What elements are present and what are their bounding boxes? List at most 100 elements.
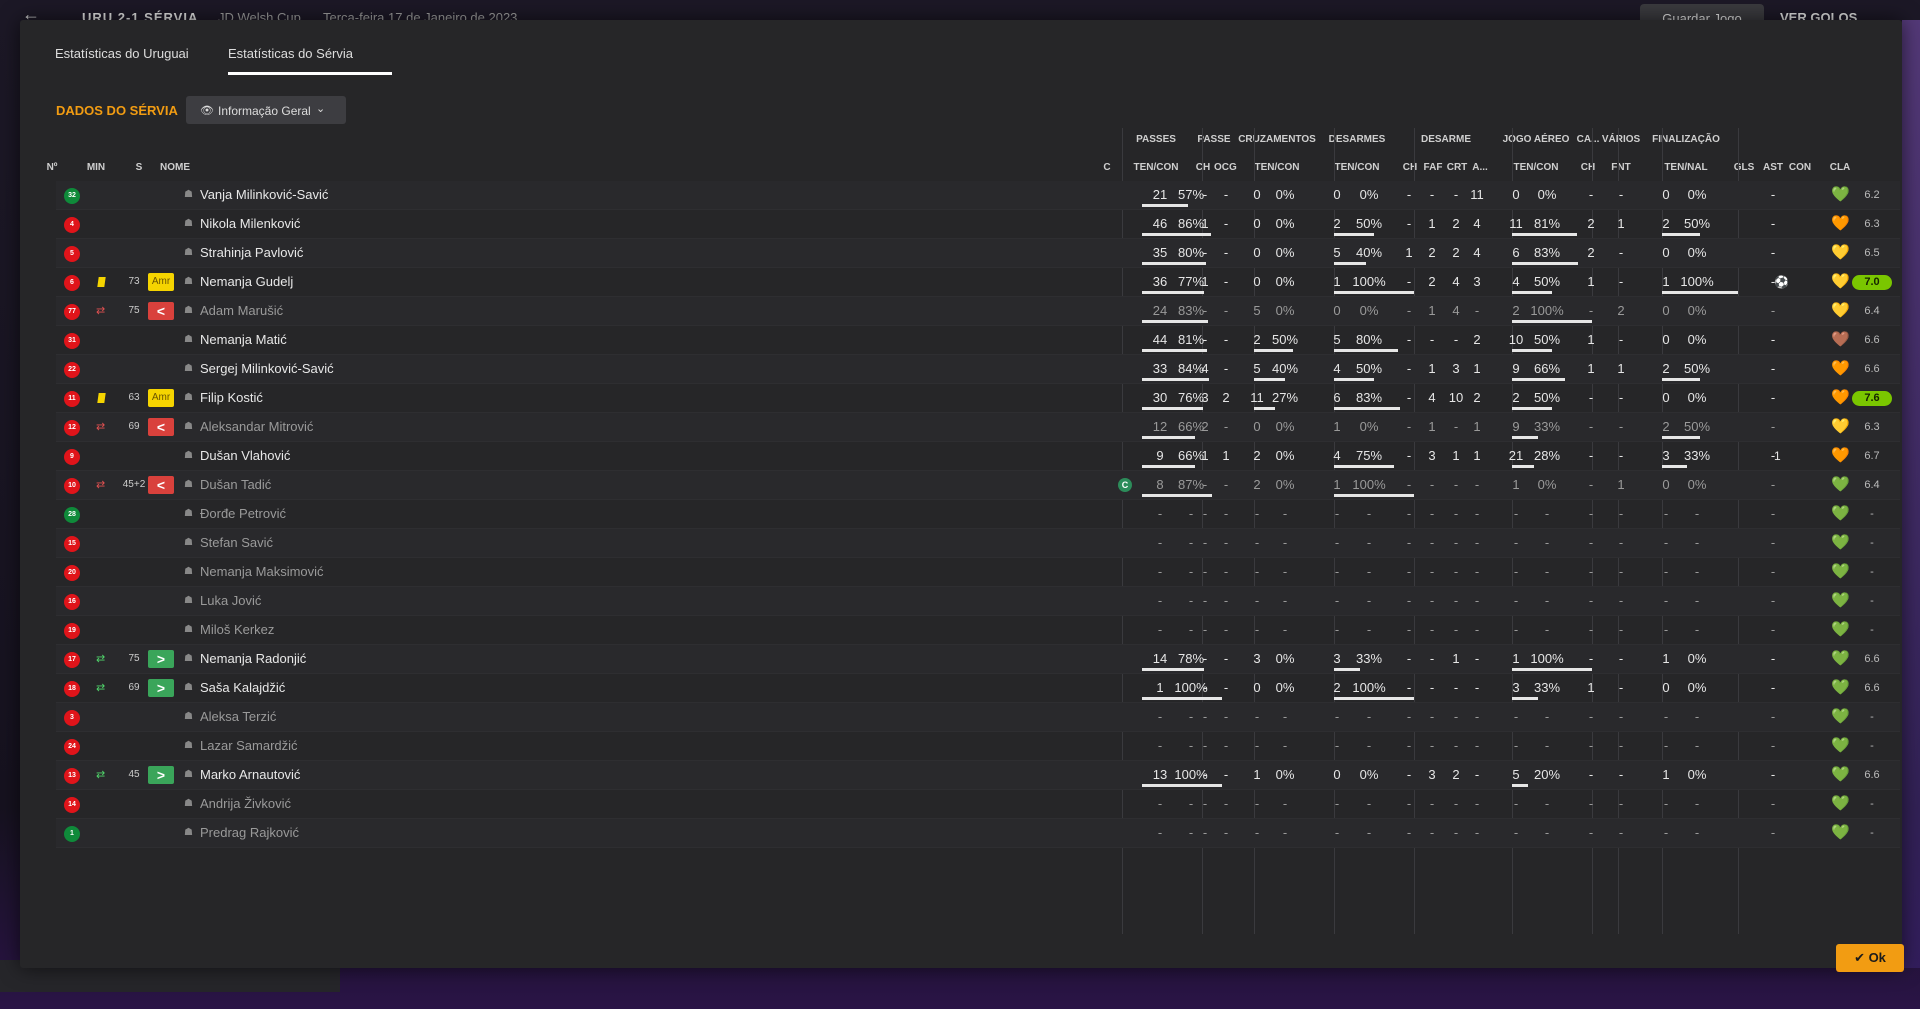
header-des-ch[interactable]: CH	[1400, 162, 1420, 173]
header-s[interactable]: S	[132, 162, 146, 173]
player-name[interactable]: Filip Kostić	[200, 384, 263, 412]
player-name[interactable]: Nemanja Gudelj	[200, 268, 293, 296]
player-name[interactable]: Andrija Živković	[200, 790, 291, 818]
stat-cell: -	[1663, 796, 1669, 811]
stat-cell: -	[1588, 535, 1594, 550]
table-row[interactable]: 28 ☗ Đorđe Petrović - - - - - - - - - - - - - - - - - - - 💚 -	[56, 500, 1900, 529]
stat-cell: -	[1513, 796, 1519, 811]
player-name[interactable]: Miloš Kerkez	[200, 616, 274, 644]
stat-cell: -	[1406, 767, 1412, 782]
player-name[interactable]: Sergej Milinković-Savić	[200, 355, 334, 383]
player-name[interactable]: Nemanja Radonjić	[200, 645, 306, 673]
table-row[interactable]: 18 ⇄ 69 > ☗ Saša Kalajdžić 1 100% - -0 0% 2 100% - - - -…	[56, 674, 1900, 703]
header-aereo[interactable]: TEN/CON	[1498, 162, 1574, 173]
header-des-a[interactable]: A...	[1470, 162, 1490, 173]
tab-serbia-stats[interactable]: Estatísticas do Sérvia	[228, 46, 353, 61]
table-row[interactable]: 17 ⇄ 75 > ☗ Nemanja Radonjić 14 78% - -3 0% 3 33% - -1…	[56, 645, 1900, 674]
header-gls[interactable]: GLS	[1732, 162, 1756, 173]
player-name[interactable]: Adam Marušić	[200, 297, 283, 325]
table-row[interactable]: 5 ☗ Strahinja Pavlović 35 80% - -0 0% 5 40% 1 2 2 4 6 8…	[56, 239, 1900, 268]
success-bar	[1142, 262, 1206, 265]
table-row[interactable]: 9 ☗ Dušan Vlahović 9 66% 1 1 2 0% 4 75% -3 1 1 21 28% - -…	[56, 442, 1900, 471]
rating-badge: 6.6	[1864, 769, 1880, 781]
header-passes[interactable]: TEN/CON	[1122, 162, 1190, 173]
player-name[interactable]: Đorđe Petrović	[200, 500, 286, 528]
stat-cell: -	[1202, 738, 1208, 753]
player-name[interactable]: Aleksa Terzić	[200, 703, 276, 731]
table-row[interactable]: 16 ☗ Luka Jović - - - - - - - - - - - - - - - - - - - 💚 -	[56, 587, 1900, 616]
table-row[interactable]: 15 ☗ Stefan Savić - - - - - - - - - - - - - - - - - - - 💚 -	[56, 529, 1900, 558]
table-row[interactable]: 31 ☗ Nemanja Matić 44 81% - -2 50% 5 80% - - -2 10 50%…	[56, 326, 1900, 355]
player-name[interactable]: Nemanja Matić	[200, 326, 287, 354]
condition-heart-icon: 🤎	[1831, 331, 1850, 348]
player-name[interactable]: Saša Kalajdžić	[200, 674, 285, 702]
header-fnt[interactable]: FNT	[1600, 162, 1642, 173]
stat-cell: -	[1202, 796, 1208, 811]
table-row[interactable]: 20 ☗ Nemanja Maksimović - - - - - - - - - - - - - - - - - - -…	[56, 558, 1900, 587]
table-row[interactable]: 11 63 Amr ☗ Filip Kostić 30 76% 3 2 11 27% 6 83% -4 10…	[56, 384, 1900, 413]
stat-cell: 0%	[1687, 245, 1707, 260]
stat-cell: -	[1429, 477, 1435, 492]
tab-uruguay-stats[interactable]: Estatísticas do Uruguai	[55, 46, 189, 61]
header-desarmes[interactable]: TEN/CON	[1320, 162, 1394, 173]
player-name[interactable]: Dušan Tadić	[200, 471, 271, 499]
header-c[interactable]: C	[1100, 162, 1114, 173]
header-passe-ocg[interactable]: OCG	[1214, 162, 1237, 173]
table-row[interactable]: 4 ☗ Nikola Milenković 46 86% 1-0 0% 2 50% -1 2 4 11 8…	[56, 210, 1900, 239]
header-num[interactable]: Nº	[38, 162, 66, 173]
shirt-number-icon: 5	[64, 246, 80, 262]
header-cruz[interactable]: TEN/CON	[1238, 162, 1316, 173]
shirt-number-icon: 13	[64, 768, 80, 784]
player-name[interactable]: Dušan Vlahović	[200, 442, 290, 470]
person-icon: ☗	[184, 276, 193, 287]
table-row[interactable]: 14 ☗ Andrija Živković - - - - - - - - - - - - - - - - - - - 💚 -	[56, 790, 1900, 819]
stat-cell: -	[1588, 825, 1594, 840]
player-name[interactable]: Vanja Milinković-Savić	[200, 181, 328, 209]
table-row[interactable]: 12 ⇄ 69 < ☗ Aleksandar Mitrović 12 66% 2-0 0% 1 0% -…	[56, 413, 1900, 442]
header-passe-ch[interactable]: CH	[1194, 162, 1212, 173]
header-fin[interactable]: TEN/NAL	[1646, 162, 1726, 173]
player-name[interactable]: Nemanja Maksimović	[200, 558, 324, 586]
stat-cell: -	[1223, 274, 1229, 289]
stat-cell: -	[1474, 622, 1480, 637]
view-dropdown[interactable]: 👁 Informação Geral ⌄	[186, 96, 346, 124]
table-row[interactable]: 3 ☗ Aleksa Terzić - - - - - - - - - - - - - - - - - - - 💚 -	[56, 703, 1900, 732]
table-row[interactable]: 1 ☗ Predrag Rajković - - - - - - - - - - - - - - - - - - - 💚 -	[56, 819, 1900, 848]
header-des-faf[interactable]: FAF	[1422, 162, 1444, 173]
player-name[interactable]: Stefan Savić	[200, 529, 273, 557]
table-row[interactable]: 6 73 Amr ☗ Nemanja Gudelj 36 77% 1-0 0% 1 100% -2 4 3…	[56, 268, 1900, 297]
stat-cell: -	[1770, 767, 1776, 782]
stat-cell: 3	[1428, 448, 1436, 463]
table-row[interactable]: 19 ☗ Miloš Kerkez - - - - - - - - - - - - - - - - - - - 💚 -	[56, 616, 1900, 645]
header-des-crt[interactable]: CRT	[1446, 162, 1468, 173]
stat-cell: 0%	[1275, 477, 1295, 492]
stat-cell: -	[1429, 332, 1435, 347]
stat-cell: 0%	[1275, 448, 1295, 463]
header-con[interactable]: CON	[1786, 162, 1814, 173]
stat-cell: -	[1588, 738, 1594, 753]
section-title: DADOS DO SÉRVIA	[56, 103, 178, 118]
header-min[interactable]: MIN	[78, 162, 114, 173]
table-row[interactable]: 22 ☗ Sergej Milinković-Savić 33 84% 4-5 40% 4 50…	[56, 355, 1900, 384]
player-name[interactable]: Nikola Milenković	[200, 210, 300, 238]
player-name[interactable]: Lazar Samardžić	[200, 732, 298, 760]
header-ca-ch[interactable]: CH	[1576, 162, 1600, 173]
table-row[interactable]: 32 ☗ Vanja Milinković-Savić 21 57% - -0 0% 0 0% - -…	[56, 181, 1900, 210]
player-name[interactable]: Predrag Rajković	[200, 819, 299, 847]
header-cla[interactable]: CLA	[1820, 162, 1860, 173]
header-ast[interactable]: AST	[1762, 162, 1784, 173]
person-icon: ☗	[184, 508, 193, 519]
table-row[interactable]: 13 ⇄ 45 > ☗ Marko Arnautović 13 100% - -1 0% 0 0% -3 2…	[56, 761, 1900, 790]
table-row[interactable]: 24 ☗ Lazar Samardžić - - - - - - - - - - - - - - - - - - - 💚 -	[56, 732, 1900, 761]
player-name[interactable]: Luka Jović	[200, 587, 261, 615]
stat-cell: 4	[1473, 216, 1481, 231]
stat-cell: 0	[1662, 187, 1670, 202]
table-row[interactable]: 10 ⇄ 45+2 < ☗ Dušan Tadić C 8 87% - -2 0% 1 100% - - - -1…	[56, 471, 1900, 500]
player-name[interactable]: Aleksandar Mitrović	[200, 413, 313, 441]
player-name[interactable]: Marko Arnautović	[200, 761, 300, 789]
header-name[interactable]: NOME	[160, 162, 190, 173]
ok-button[interactable]: ✔ Ok	[1836, 944, 1904, 972]
player-name[interactable]: Strahinja Pavlović	[200, 239, 303, 267]
table-row[interactable]: 77 ⇄ 75 < ☗ Adam Marušić 24 83% - -5 0% 0 0% -1 4-2 100…	[56, 297, 1900, 326]
person-icon: ☗	[184, 769, 193, 780]
